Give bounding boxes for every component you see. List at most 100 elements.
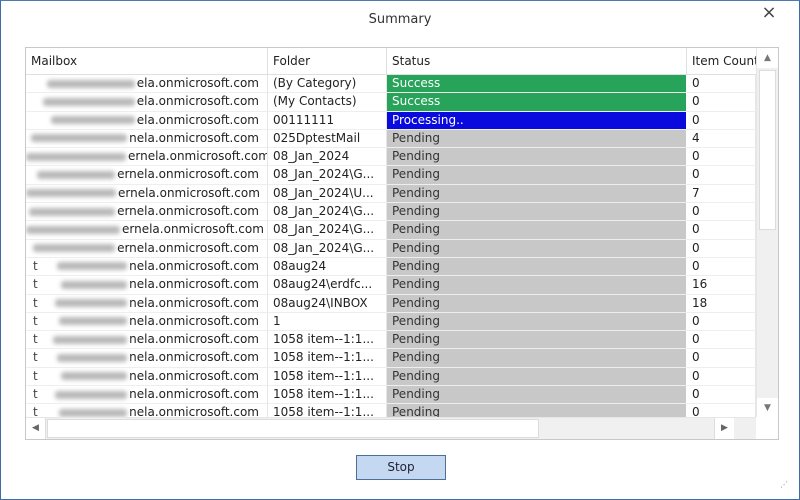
mailbox-prefix: t	[33, 332, 38, 347]
scroll-right-icon[interactable]: ▶	[714, 418, 734, 439]
mailbox-domain: nela.onmicrosoft.com	[129, 130, 259, 145]
dialog-title: Summary	[368, 12, 432, 27]
item-count-cell: 0	[687, 75, 756, 93]
mailbox-domain: nela.onmicrosoft.com	[129, 387, 259, 402]
mailbox-cell: ernela.onmicrosoft.com	[26, 203, 268, 221]
item-count-cell: 0	[687, 111, 756, 129]
mailbox-prefix: t	[33, 258, 38, 273]
mailbox-prefix: t	[33, 387, 38, 402]
table-row[interactable]: ela.onmicrosoft.com (My Contacts) Success 0	[26, 93, 756, 112]
mailbox-domain: ernela.onmicrosoft.com	[117, 240, 259, 255]
status-cell: Pending	[387, 257, 687, 276]
folder-cell: 08_Jan_2024\G...	[268, 166, 387, 184]
item-count-cell: 7	[687, 184, 756, 203]
mailbox-domain: nela.onmicrosoft.com	[129, 313, 259, 328]
mailbox-cell: ernela.onmicrosoft.com	[26, 148, 268, 166]
stop-button[interactable]: Stop	[356, 455, 446, 480]
grid-header: Mailbox Folder Status Item Count	[26, 48, 756, 75]
scroll-left-icon[interactable]: ◀	[26, 418, 46, 439]
status-cell: Pending	[387, 312, 687, 331]
item-count-cell: 0	[687, 257, 756, 276]
horizontal-scrollbar[interactable]: ◀ ▶	[26, 417, 756, 439]
table-row[interactable]: ernela.onmicrosoft.com 08_Jan_2024\G... Pe…	[26, 166, 756, 185]
status-cell: Success	[387, 93, 687, 111]
horizontal-scroll-thumb[interactable]	[47, 419, 539, 438]
redacted-mailbox-name	[42, 97, 135, 106]
mailbox-prefix: t	[33, 313, 38, 328]
mailbox-cell: ernela.onmicrosoft.com	[26, 166, 268, 184]
item-count-cell: 0	[687, 312, 756, 331]
item-count-cell: 0	[687, 203, 756, 221]
redacted-mailbox-name	[59, 408, 128, 417]
mailbox-domain: ernela.onmicrosoft.com	[122, 222, 264, 237]
table-row[interactable]: t nela.onmicrosoft.com 08aug24\erdfc... Pen…	[26, 276, 756, 295]
mailbox-domain: nela.onmicrosoft.com	[129, 295, 259, 310]
mailbox-prefix: t	[33, 295, 38, 310]
mailbox-domain: ela.onmicrosoft.com	[136, 76, 259, 90]
redacted-mailbox-name	[26, 152, 126, 161]
redacted-mailbox-name	[37, 170, 116, 179]
table-row[interactable]: t nela.onmicrosoft.com 1058 item--1:1... Pe…	[26, 331, 756, 350]
item-count-cell: 0	[687, 386, 756, 404]
mailbox-cell: t nela.onmicrosoft.com	[26, 367, 268, 386]
table-row[interactable]: t nela.onmicrosoft.com 1058 item--1:1... Pe…	[26, 349, 756, 368]
status-cell: Pending	[387, 331, 687, 349]
redacted-mailbox-name	[61, 372, 128, 381]
table-row[interactable]: t nela.onmicrosoft.com 08aug24\INBOX Pendin…	[26, 294, 756, 313]
table-row[interactable]: ernela.onmicrosoft.com 08_Jan_2024\G... Pe…	[26, 239, 756, 258]
status-cell: Pending	[387, 386, 687, 404]
folder-cell: 08aug24\INBOX	[268, 294, 387, 312]
mailbox-cell: t nela.onmicrosoft.com	[26, 312, 268, 331]
column-header-status[interactable]: Status	[387, 48, 687, 75]
status-cell: Pending	[387, 276, 687, 294]
table-row[interactable]: nela.onmicrosoft.com 025DptestMail Pending…	[26, 129, 756, 149]
folder-cell: 1058 item--1:1...	[268, 367, 387, 386]
folder-cell: 08_Jan_2024\G...	[268, 203, 387, 221]
item-count-cell: 16	[687, 276, 756, 294]
table-row[interactable]: ela.onmicrosoft.com 00111111 Processing.. 0	[26, 111, 756, 130]
redacted-mailbox-name	[55, 299, 128, 308]
table-row[interactable]: t nela.onmicrosoft.com 1 Pending 0	[26, 312, 756, 332]
table-row[interactable]: ernela.onmicrosoft.com 08_Jan_2024\G... Pe…	[26, 203, 756, 222]
folder-cell: 08_Jan_2024\G...	[268, 239, 387, 257]
table-row[interactable]: t nela.onmicrosoft.com 1058 item--1:1... Pe…	[26, 367, 756, 387]
mailbox-domain: nela.onmicrosoft.com	[129, 258, 259, 273]
vertical-scroll-thumb[interactable]	[759, 70, 776, 230]
table-row[interactable]: ela.onmicrosoft.com (By Category) Success 0	[26, 75, 756, 94]
folder-cell: 1058 item--1:1...	[268, 386, 387, 404]
status-cell: Pending	[387, 129, 687, 148]
table-row[interactable]: ernela.onmicrosoft.com 08_Jan_2024 Pending…	[26, 148, 756, 167]
folder-cell: 08_Jan_2024	[268, 148, 387, 166]
folder-cell: 08_Jan_2024\U...	[268, 184, 387, 203]
status-cell: Pending	[387, 239, 687, 257]
folder-cell: (By Category)	[268, 75, 387, 93]
mailbox-cell: t nela.onmicrosoft.com	[26, 331, 268, 349]
scroll-down-icon[interactable]: ▼	[757, 398, 778, 418]
mailbox-domain: ernela.onmicrosoft.com	[128, 149, 268, 164]
status-cell: Pending	[387, 349, 687, 367]
redacted-mailbox-name	[57, 262, 128, 271]
redacted-mailbox-name	[55, 390, 128, 399]
table-row[interactable]: ernela.onmicrosoft.com 08_Jan_2024\G... Pe…	[26, 221, 756, 240]
redacted-mailbox-name	[33, 244, 116, 253]
item-count-cell: 0	[687, 239, 756, 257]
close-icon[interactable]: ×	[759, 4, 779, 24]
scroll-up-icon[interactable]: ▲	[757, 48, 778, 68]
mailbox-cell: ernela.onmicrosoft.com	[26, 239, 268, 257]
table-row[interactable]: t nela.onmicrosoft.com 08aug24 Pending 0	[26, 257, 756, 277]
column-header-folder[interactable]: Folder	[268, 48, 387, 75]
column-header-item-count[interactable]: Item Count	[687, 48, 756, 75]
table-row[interactable]: t nela.onmicrosoft.com 1058 item--1:1... Pe…	[26, 386, 756, 405]
item-count-cell: 0	[687, 349, 756, 367]
vertical-scrollbar[interactable]: ▲ ▼	[756, 48, 778, 418]
resize-grip-icon[interactable]: ⋰	[780, 480, 788, 489]
folder-cell: 1058 item--1:1...	[268, 331, 387, 349]
mailbox-domain: nela.onmicrosoft.com	[129, 277, 259, 292]
status-cell: Pending	[387, 221, 687, 239]
column-header-mailbox[interactable]: Mailbox	[26, 48, 268, 75]
item-count-cell: 0	[687, 148, 756, 166]
status-cell: Pending	[387, 148, 687, 166]
table-row[interactable]: ernela.onmicrosoft.com 08_Jan_2024\U... Pe…	[26, 184, 756, 204]
mailbox-domain: ernela.onmicrosoft.com	[117, 167, 259, 182]
folder-cell: (My Contacts)	[268, 93, 387, 111]
